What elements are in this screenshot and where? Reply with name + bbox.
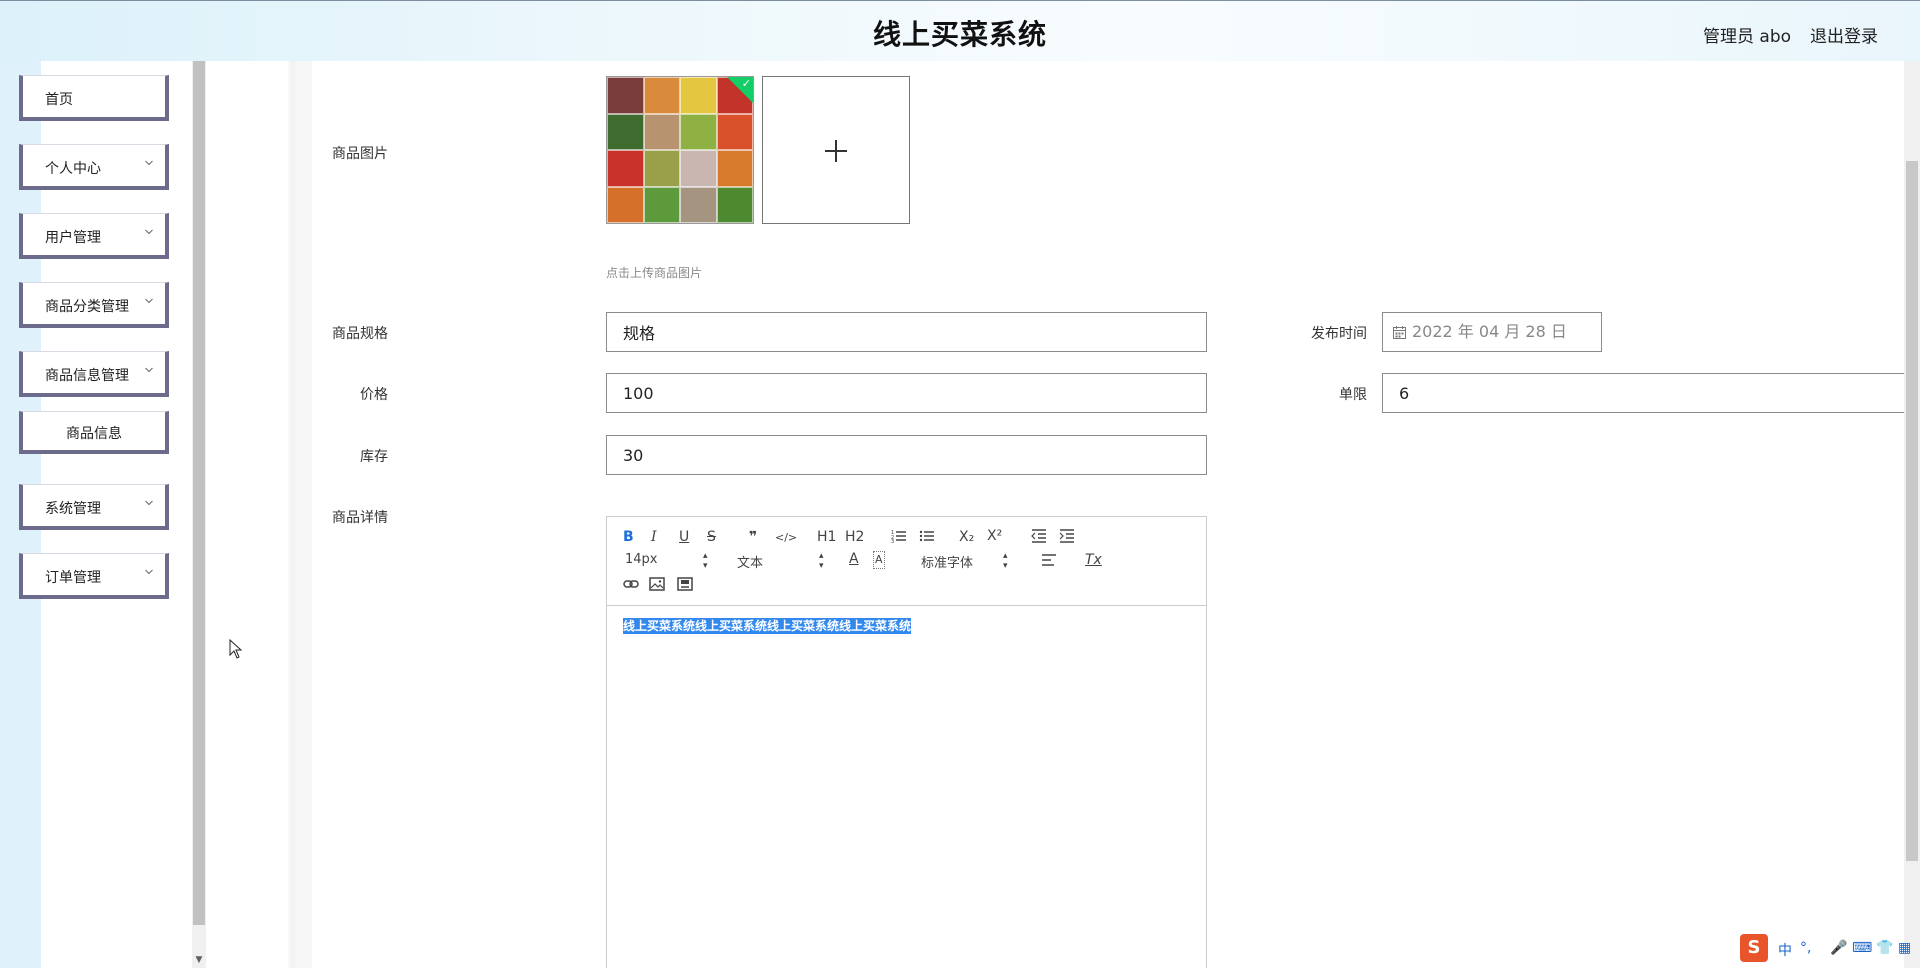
font-family-value: 标准字体 bbox=[921, 556, 974, 571]
header-select-value: 文本 bbox=[737, 556, 764, 571]
sidebar-item-user-management[interactable]: 用户管理 bbox=[19, 213, 169, 259]
sidebar-item-personal-center[interactable]: 个人中心 bbox=[19, 144, 169, 190]
sidebar-item-category-management[interactable]: 商品分类管理 bbox=[19, 282, 169, 328]
font-size-select[interactable]: 14px ▴ ▾ bbox=[625, 551, 711, 571]
uploaded-image-thumbnail[interactable]: ✓ bbox=[606, 76, 754, 224]
clean-format-button[interactable]: Tx bbox=[1085, 552, 1102, 568]
h1-button[interactable]: H1 bbox=[817, 529, 836, 545]
select-arrows-icon: ▴ ▾ bbox=[703, 551, 708, 571]
image-upload-hint: 点击上传商品图片 bbox=[606, 266, 703, 280]
sidebar-item-label: 用户管理 bbox=[45, 230, 101, 246]
sidebar-scrollbar-thumb[interactable] bbox=[193, 61, 205, 925]
select-arrows-icon: ▴ ▾ bbox=[819, 551, 824, 571]
sidebar-item-home[interactable]: 首页 bbox=[19, 75, 169, 121]
sidebar-item-label: 商品信息管理 bbox=[45, 368, 129, 384]
main-scrollbar[interactable] bbox=[1904, 61, 1920, 968]
h2-button[interactable]: H2 bbox=[845, 529, 864, 545]
code-block-button[interactable]: </> bbox=[775, 530, 797, 546]
chevron-down-icon bbox=[145, 367, 153, 373]
publish-time-picker[interactable]: 2022 年 04 月 28 日 bbox=[1382, 312, 1602, 352]
logout-link[interactable]: 退出登录 bbox=[1810, 22, 1878, 47]
align-icon[interactable] bbox=[1041, 553, 1057, 567]
sidebar-item-label: 订单管理 bbox=[45, 570, 101, 586]
ime-toolbar[interactable]: S 中 °, 🎤 ⌨ 👕 ▦ bbox=[1740, 934, 1920, 964]
image-label: 商品图片 bbox=[332, 146, 388, 162]
chevron-down-icon bbox=[145, 569, 153, 575]
current-user: 管理员 abo bbox=[1703, 27, 1792, 47]
chevron-down-icon bbox=[145, 229, 153, 235]
background-strip bbox=[288, 61, 298, 968]
video-icon[interactable] bbox=[677, 577, 693, 591]
app-title: 线上买菜系统 bbox=[872, 18, 1047, 51]
sogou-logo-icon[interactable]: S bbox=[1740, 934, 1768, 962]
font-size-value: 14px bbox=[625, 552, 658, 567]
detail-label: 商品详情 bbox=[332, 510, 388, 526]
italic-button[interactable]: I bbox=[651, 529, 657, 545]
main-content: 商品图片 ✓ 点击上传商品图片 商品规格 发布时间 2022 年 04 月 28… bbox=[206, 61, 1920, 968]
strike-button[interactable]: S bbox=[707, 529, 716, 545]
bullet-list-icon[interactable] bbox=[919, 529, 935, 543]
plus-icon bbox=[835, 140, 837, 162]
stock-label: 库存 bbox=[360, 449, 388, 465]
ime-punctuation-toggle[interactable]: °, bbox=[1800, 940, 1811, 956]
sidebar-item-label: 系统管理 bbox=[45, 501, 101, 517]
background-strip bbox=[298, 61, 312, 968]
main-scrollbar-thumb[interactable] bbox=[1906, 161, 1918, 861]
top-header: 线上买菜系统 管理员 abo 退出登录 bbox=[0, 0, 1920, 61]
ordered-list-icon[interactable]: 123 bbox=[891, 529, 907, 543]
background-color-button[interactable]: A bbox=[873, 551, 885, 569]
subscript-button[interactable]: X₂ bbox=[959, 529, 974, 545]
spec-label: 商品规格 bbox=[332, 326, 388, 342]
sidebar-item-label: 首页 bbox=[45, 92, 73, 108]
editor-content[interactable]: 线上买菜系统线上买菜系统线上买菜系统线上买菜系统 bbox=[623, 617, 912, 634]
stock-input[interactable] bbox=[606, 435, 1207, 475]
indent-icon[interactable] bbox=[1059, 529, 1075, 543]
limit-input[interactable] bbox=[1382, 373, 1920, 413]
link-icon[interactable] bbox=[623, 577, 639, 591]
mouse-cursor-icon bbox=[229, 639, 243, 659]
outdent-icon[interactable] bbox=[1031, 529, 1047, 543]
sidebar-item-label: 商品分类管理 bbox=[45, 299, 129, 315]
svg-text:3: 3 bbox=[891, 539, 894, 543]
image-icon[interactable] bbox=[649, 577, 665, 591]
sidebar-item-system-management[interactable]: 系统管理 bbox=[19, 484, 169, 530]
underline-button[interactable]: U bbox=[679, 529, 689, 545]
sidebar-item-product-info-management[interactable]: 商品信息管理 bbox=[19, 351, 169, 397]
font-color-button[interactable]: A bbox=[849, 551, 859, 567]
calendar-icon bbox=[1393, 326, 1406, 339]
sidebar-scrollbar[interactable]: ▼ bbox=[192, 61, 206, 968]
price-label: 价格 bbox=[360, 387, 388, 403]
limit-label: 单限 bbox=[1339, 387, 1367, 403]
sidebar-item-label: 商品信息 bbox=[66, 426, 122, 442]
check-icon: ✓ bbox=[741, 77, 751, 90]
selected-text: 线上买菜系统线上买菜系统线上买菜系统线上买菜系统 bbox=[623, 618, 912, 634]
rich-text-editor[interactable]: B I U S ❞ </> H1 H2 123 X₂ X² 14px ▴ ▾ 文… bbox=[606, 516, 1207, 968]
chevron-down-icon bbox=[145, 500, 153, 506]
publish-time-label: 发布时间 bbox=[1311, 326, 1367, 342]
scroll-down-arrow-icon[interactable]: ▼ bbox=[193, 954, 205, 966]
sidebar: 首页 个人中心 用户管理 商品分类管理 商品信息管理 商品信息 系统管理 订单管… bbox=[0, 61, 206, 968]
chevron-down-icon bbox=[145, 298, 153, 304]
quote-button[interactable]: ❞ bbox=[749, 529, 757, 545]
spec-input[interactable] bbox=[606, 312, 1207, 352]
header-select[interactable]: 文本 ▴ ▾ bbox=[737, 551, 824, 571]
price-input[interactable] bbox=[606, 373, 1207, 413]
font-family-select[interactable]: 标准字体 ▴ ▾ bbox=[921, 551, 1021, 571]
keyboard-icon[interactable]: ⌨ bbox=[1852, 940, 1872, 956]
ime-menu-icon[interactable]: ▦ bbox=[1898, 940, 1911, 956]
bold-button[interactable]: B bbox=[623, 529, 634, 545]
publish-time-value: 2022 年 04 月 28 日 bbox=[1412, 322, 1567, 341]
sidebar-subitem-product-info[interactable]: 商品信息 bbox=[19, 411, 169, 454]
editor-toolbar: B I U S ❞ </> H1 H2 123 X₂ X² 14px ▴ ▾ 文… bbox=[607, 517, 1206, 606]
superscript-button[interactable]: X² bbox=[987, 528, 1002, 544]
ime-language-toggle[interactable]: 中 bbox=[1778, 940, 1792, 960]
sidebar-item-label: 个人中心 bbox=[45, 161, 101, 177]
chevron-down-icon bbox=[145, 160, 153, 166]
select-arrows-icon: ▴ ▾ bbox=[1003, 551, 1008, 571]
add-image-button[interactable] bbox=[762, 76, 910, 224]
skin-icon[interactable]: 👕 bbox=[1876, 940, 1893, 956]
microphone-icon[interactable]: 🎤 bbox=[1830, 940, 1847, 956]
sidebar-item-order-management[interactable]: 订单管理 bbox=[19, 553, 169, 599]
